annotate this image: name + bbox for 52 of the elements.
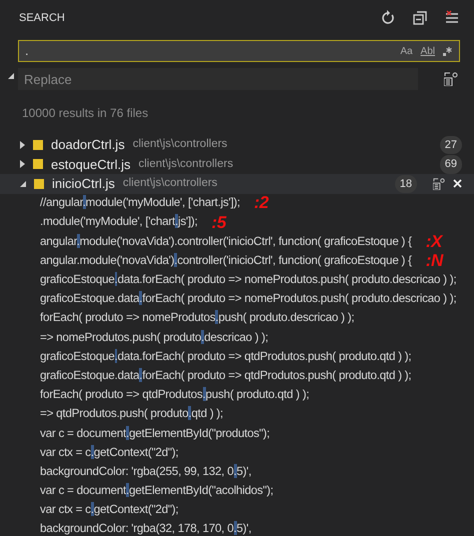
match-line[interactable]: var c = document.getElementById("acolhidos"); xyxy=(40,482,274,500)
match-line[interactable]: .module('myModule', ['chart.js']); xyxy=(40,213,198,232)
replace-field[interactable]: Replace xyxy=(18,68,418,90)
file-name: doadorCtrl.js xyxy=(51,136,125,154)
replace-all-icon[interactable] xyxy=(444,72,458,86)
match-line[interactable]: graficoEstoque.data.forEach( produto => qtdProdutos.push( produto.qtd ) ); xyxy=(40,348,412,366)
file-row[interactable]: inicioCtrl.js client\js\controllers 18 xyxy=(0,174,474,194)
match-line[interactable]: graficoEstoque.data.forEach( produto => qtdProdutos.push( produto.qtd ) ); xyxy=(40,366,412,385)
match-line[interactable]: graficoEstoque.data.forEach( produto => nomeProdutos.push( produto.descricao ) ); xyxy=(40,290,456,308)
js-file-icon xyxy=(34,178,44,189)
handwritten-note: :2 xyxy=(254,192,269,214)
match-line[interactable]: var ctx = c.getContext("2d"); xyxy=(40,501,178,519)
regex-icon[interactable] xyxy=(443,46,453,56)
match-line[interactable]: backgroundColor: 'rgba(255, 99, 132, 0.5)', xyxy=(40,462,252,481)
match-line[interactable]: var c = document.getElementById("produtos"); xyxy=(40,424,270,442)
replace-all-icon[interactable] xyxy=(433,178,445,190)
match-line[interactable]: => qtdProdutos.push( produto.qtd ) ); xyxy=(40,405,224,423)
match-count: 18 xyxy=(394,174,417,193)
match-count: 69 xyxy=(440,155,462,174)
match-line[interactable]: => nomeProdutos.push( produto.descricao ) ); xyxy=(40,328,268,346)
expand-toggle-icon[interactable] xyxy=(8,72,14,79)
panel-title: SEARCH xyxy=(19,10,65,26)
clear-results-icon[interactable] xyxy=(444,10,460,26)
js-file-icon xyxy=(33,140,43,150)
results-summary: 10000 results in 76 files xyxy=(22,105,148,122)
file-path: client\js\controllers xyxy=(122,176,218,192)
file-row[interactable]: estoqueCtrl.js client\js\controllers 69 xyxy=(0,154,474,174)
match-case-toggle[interactable]: Aa xyxy=(400,44,413,58)
whole-word-toggle[interactable]: Abl xyxy=(420,44,435,58)
match-line[interactable]: angular.module('novaVida').controller('inicioCtrl', function( graficoEstoque ) { xyxy=(40,232,412,250)
chevron-icon[interactable] xyxy=(20,140,25,149)
match-line[interactable]: backgroundColor: 'rgba(32, 178, 170, 0.5)', xyxy=(40,520,252,536)
match-line[interactable]: //angular.module('myModule', ['chart.js']); xyxy=(40,194,240,212)
file-row[interactable]: doadorCtrl.js client\js\controllers 27 xyxy=(0,135,474,154)
refresh-icon[interactable] xyxy=(380,10,396,26)
match-line[interactable]: angular.module('novaVida').controller('inicioCtrl', function( graficoEstoque ) { xyxy=(40,252,412,270)
close-icon[interactable] xyxy=(453,179,462,188)
match-line[interactable]: forEach( produto => nomeProdutos.push( produto.descricao ) ); xyxy=(40,309,354,328)
collapse-all-icon[interactable] xyxy=(412,10,428,26)
file-path: client\js\controllers xyxy=(132,137,228,152)
match-line[interactable]: var ctx = c.getContext("2d"); xyxy=(40,444,178,462)
handwritten-note: :5 xyxy=(211,212,226,234)
file-path: client\js\controllers xyxy=(138,156,234,172)
match-line[interactable]: forEach( produto => qtdProdutos.push( produto.qtd ) ); xyxy=(40,386,310,404)
match-count: 27 xyxy=(440,136,462,154)
search-field[interactable]: . Aa Abl xyxy=(18,40,460,62)
js-file-icon xyxy=(33,159,43,170)
chevron-icon[interactable] xyxy=(20,160,25,168)
file-name: inicioCtrl.js xyxy=(52,175,115,193)
match-line[interactable]: graficoEstoque.data.forEach( produto => nomeProdutos.push( produto.descricao ) ); xyxy=(40,271,456,289)
file-name: estoqueCtrl.js xyxy=(51,156,130,174)
chevron-icon[interactable] xyxy=(20,180,26,187)
